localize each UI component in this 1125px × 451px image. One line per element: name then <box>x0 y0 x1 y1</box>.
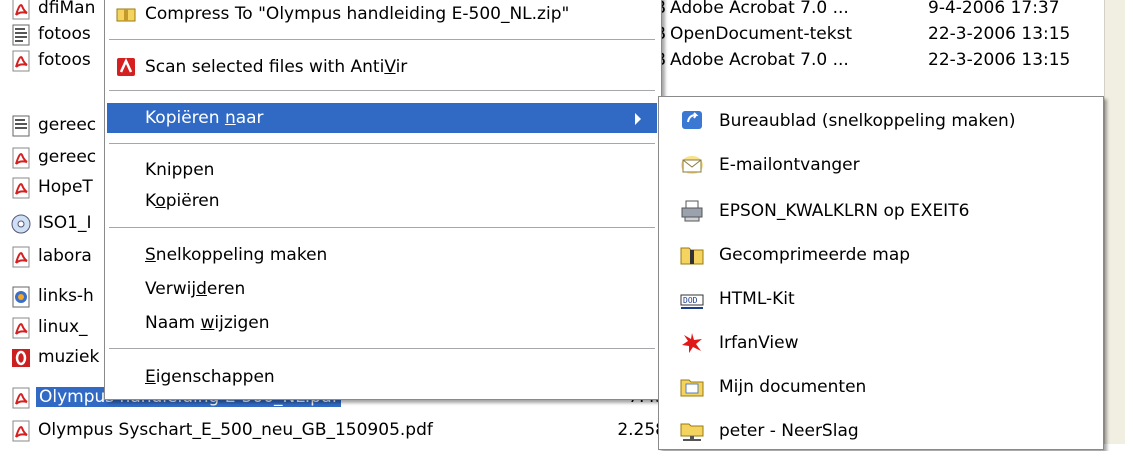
file-name: muziek <box>38 347 100 367</box>
file-date: 22-3-2006 13:15 <box>928 24 1071 44</box>
submenu-item-printer[interactable]: EPSON_KWALKLRN op EXEIT6 <box>661 191 1099 231</box>
submenu-item-zip[interactable]: Gecomprimeerde map <box>661 235 1099 275</box>
submenu-item-label: HTML-Kit <box>719 289 795 309</box>
menu-item-label: Knippen <box>145 160 215 180</box>
menu-item-label: Scan selected files with AntiVir <box>145 57 408 77</box>
submenu-item-irfanview[interactable]: IrfanView <box>661 323 1099 363</box>
network-folder-icon <box>680 423 704 441</box>
file-name: gereec <box>38 115 97 135</box>
file-date: 22-3-2006 13:15 <box>928 50 1071 70</box>
pdf-icon <box>12 50 30 72</box>
printer-icon <box>681 200 703 222</box>
submenu-item-network-folder[interactable]: peter - NeerSlag <box>661 411 1099 451</box>
file-date: 9-4-2006 17:37 <box>928 0 1060 18</box>
pdf-icon <box>12 317 30 339</box>
menu-item-label: Naam wijzigen <box>145 313 270 333</box>
file-name: dfiMan <box>38 0 96 18</box>
file-name: fotoos <box>38 50 91 70</box>
htmlkit-icon: DOD <box>680 294 704 309</box>
submenu-item-desktop[interactable]: Bureaublad (snelkoppeling maken) <box>661 101 1099 141</box>
menu-separator <box>109 227 655 228</box>
odt-icon <box>12 24 30 46</box>
pdf-icon <box>12 0 30 20</box>
context-menu: Compress To "Olympus handleiding E-500_N… <box>104 0 662 400</box>
file-name: fotoos <box>38 24 91 44</box>
file-name: linux_ <box>38 317 88 337</box>
menu-item-label: Eigenschappen <box>145 367 275 387</box>
menu-item-naam-wijzigen[interactable]: Naam wijzigen <box>107 308 657 338</box>
submenu-item-htmlkit[interactable]: DOD HTML-Kit <box>661 279 1099 319</box>
mail-recipient-icon <box>681 156 703 174</box>
pdf-icon <box>12 246 30 268</box>
zip-folder-icon <box>680 247 704 265</box>
menu-item-label: Compress To "Olympus handleiding E-500_N… <box>145 4 570 24</box>
submenu-item-mail[interactable]: E-mailontvanger <box>661 145 1099 185</box>
menu-item-kopieren-naar[interactable]: Kopiëren naar <box>107 103 657 133</box>
file-name: Olympus Syschart_E_500_neu_GB_150905.pdf <box>38 420 433 440</box>
submenu-item-label: E-mailontvanger <box>719 155 860 175</box>
pdf-icon <box>12 147 30 169</box>
irfanview-icon <box>682 333 702 353</box>
my-documents-icon <box>680 379 704 397</box>
submenu-item-my-documents[interactable]: Mijn documenten <box>661 367 1099 407</box>
desktop-shortcut-icon <box>682 111 702 129</box>
submenu-arrow-icon <box>635 113 641 125</box>
menu-item-kopieren[interactable]: Kopiëren <box>107 186 657 216</box>
compress-archive-icon <box>116 8 136 22</box>
file-name: labora <box>38 246 92 266</box>
submenu-item-label: Mijn documenten <box>719 377 867 397</box>
pdf-icon <box>12 177 30 199</box>
submenu-item-label: Bureaublad (snelkoppeling maken) <box>719 111 1016 131</box>
pdf-icon <box>12 387 30 409</box>
menu-item-snelkoppeling[interactable]: Snelkoppeling maken <box>107 240 657 270</box>
menu-separator <box>109 348 655 349</box>
vertical-scrollbar[interactable] <box>1104 0 1125 444</box>
menu-item-verwijderen[interactable]: Verwijderen <box>107 274 657 304</box>
menu-item-scan-antivir[interactable]: Scan selected files with AntiVir <box>107 52 657 82</box>
menu-item-label: Verwijderen <box>145 279 246 299</box>
file-type: Adobe Acrobat 7.0 ... <box>670 50 849 70</box>
pdf-icon <box>12 420 30 442</box>
submenu-item-label: IrfanView <box>719 333 799 353</box>
send-to-submenu: Bureaublad (snelkoppeling maken) E-mailo… <box>658 96 1104 450</box>
file-name: links-h <box>38 286 94 306</box>
menu-item-knippen[interactable]: Knippen <box>107 155 657 185</box>
menu-item-compress[interactable]: Compress To "Olympus handleiding E-500_N… <box>107 0 657 29</box>
file-type: Adobe Acrobat 7.0 ... <box>670 0 849 18</box>
menu-item-label: Kopiëren naar <box>145 108 264 128</box>
submenu-item-label: EPSON_KWALKLRN op EXEIT6 <box>719 201 970 221</box>
file-type: OpenDocument-tekst <box>670 24 853 44</box>
submenu-item-label: peter - NeerSlag <box>719 421 859 441</box>
file-name: gereec <box>38 147 97 167</box>
menu-item-label: Kopiëren <box>145 191 220 211</box>
svg-text:DOD: DOD <box>683 296 698 305</box>
file-name: HopeT <box>38 177 93 197</box>
menu-item-label: Snelkoppeling maken <box>145 245 328 265</box>
menu-separator <box>109 39 655 40</box>
menu-item-eigenschappen[interactable]: Eigenschappen <box>107 362 657 392</box>
menu-separator <box>109 143 655 144</box>
file-name: ISO1_I <box>38 213 92 233</box>
html-icon <box>12 286 30 308</box>
odt-icon <box>12 115 30 137</box>
opera-icon <box>12 349 30 367</box>
antivir-icon <box>117 57 135 76</box>
submenu-item-label: Gecomprimeerde map <box>719 245 911 265</box>
file-size: 2.258 <box>617 420 666 440</box>
menu-separator <box>109 90 655 91</box>
iso-icon <box>11 214 31 234</box>
